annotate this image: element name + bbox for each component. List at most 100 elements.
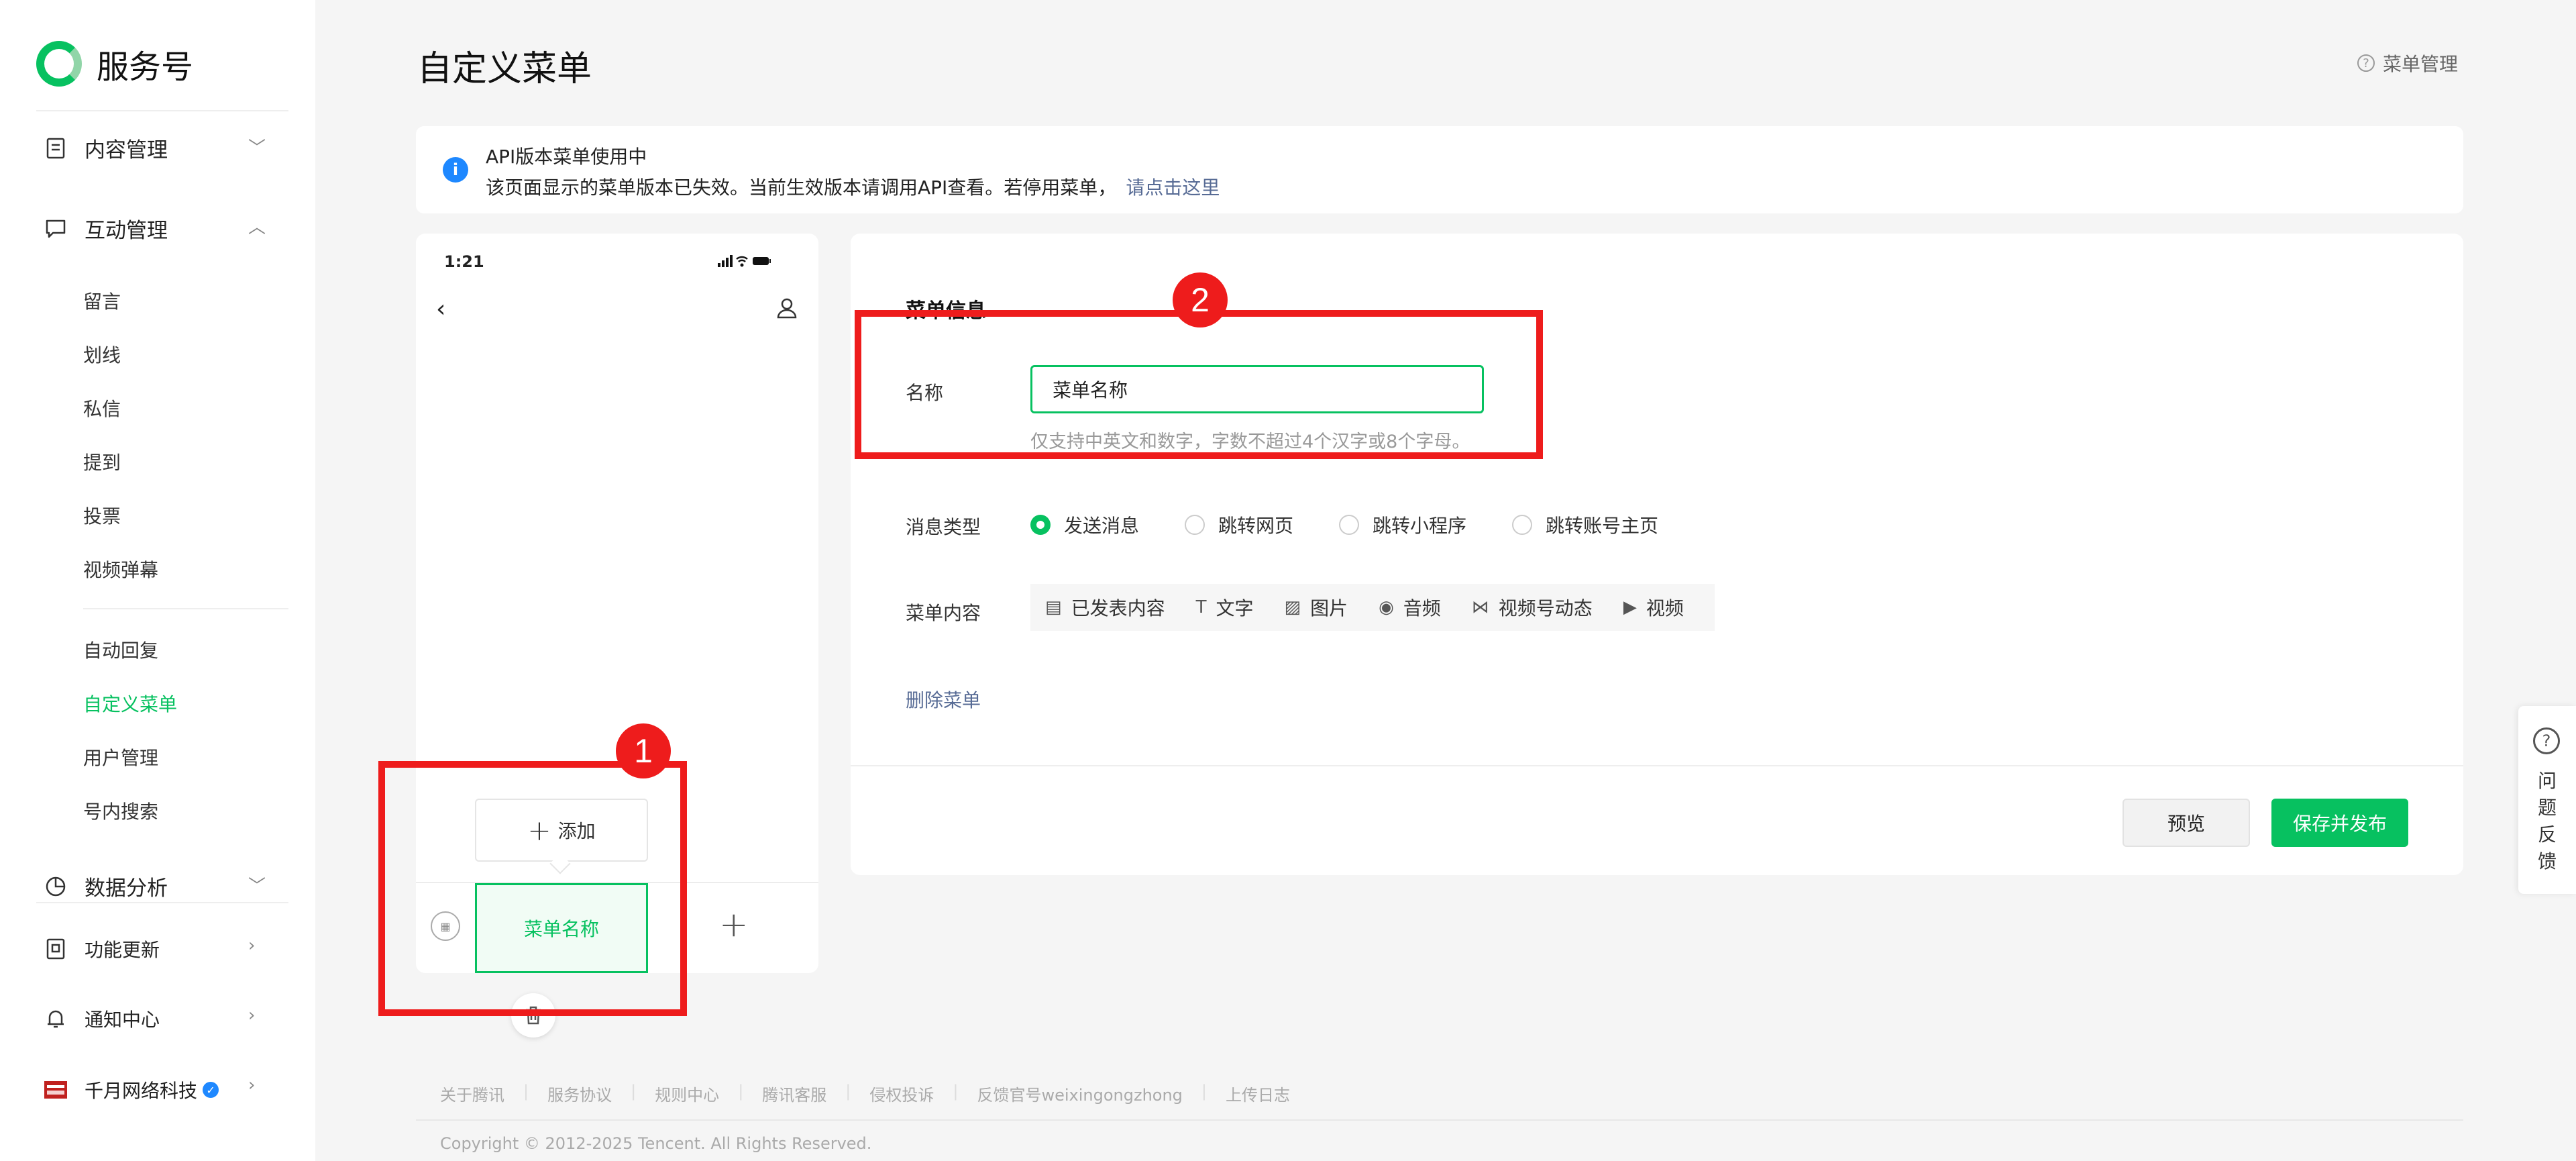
sidebar-item-video-danmaku[interactable]: 视频弹幕 bbox=[83, 556, 158, 583]
footer-links: 关于腾讯 | 服务协议 | 规则中心 | 腾讯客服 | 侵权投诉 | 反馈官号weixin… bbox=[440, 1082, 1309, 1105]
copyright: Copyright © 2012-2025 Tencent. All Right… bbox=[440, 1134, 872, 1153]
sidebar: 服务号 内容管理 ﹀ 互动管理 ︿ 留言 划线 私信 提到 投票 视频弹幕 自动… bbox=[0, 0, 315, 1161]
text-icon: T bbox=[1195, 597, 1207, 617]
menu-management-help-link[interactable]: ? 菜单管理 bbox=[2357, 50, 2458, 77]
nav-feature-updates[interactable]: 功能更新 bbox=[44, 936, 160, 962]
delete-menu-link[interactable]: 删除菜单 bbox=[906, 686, 981, 713]
nav-label: 功能更新 bbox=[85, 939, 160, 961]
disable-menu-link[interactable]: 请点击这里 bbox=[1126, 176, 1220, 199]
status-time: 1:21 bbox=[444, 252, 484, 271]
bell-icon bbox=[44, 1007, 67, 1030]
nav-label: 数据分析 bbox=[85, 876, 168, 901]
nav-notification-center[interactable]: 通知中心 bbox=[44, 1005, 160, 1032]
footer-link-feedback-account[interactable]: 反馈官号weixingongzhong bbox=[977, 1082, 1182, 1105]
footer-link-about[interactable]: 关于腾讯 bbox=[440, 1082, 504, 1105]
verified-badge-icon: ✓ bbox=[203, 1082, 219, 1098]
footer-link-support[interactable]: 腾讯客服 bbox=[762, 1082, 826, 1105]
notice-text: 该页面显示的菜单版本已失效。当前生效版本请调用API查看。若停用菜单， bbox=[486, 176, 1117, 199]
api-version-notice: i API版本菜单使用中 该页面显示的菜单版本已失效。当前生效版本请调用API查… bbox=[416, 126, 2463, 213]
message-type-label: 消息类型 bbox=[906, 516, 981, 538]
content-published-button[interactable]: ▤ 已发表内容 bbox=[1045, 594, 1165, 621]
feedback-tab[interactable]: ? 问题反馈 bbox=[2518, 706, 2576, 894]
status-bar-icons bbox=[718, 254, 771, 272]
radio-send-message[interactable]: 发送消息 bbox=[1030, 511, 1139, 538]
footer-link-infringement[interactable]: 侵权投诉 bbox=[869, 1082, 934, 1105]
chevron-down-icon[interactable]: ﹀ bbox=[248, 134, 266, 159]
divider bbox=[851, 765, 2463, 766]
sidebar-item-user-management[interactable]: 用户管理 bbox=[83, 744, 158, 770]
content-label: 视频 bbox=[1646, 597, 1684, 619]
account-avatar bbox=[44, 1078, 67, 1101]
content-channels-button[interactable]: ⋈ 视频号动态 bbox=[1472, 594, 1593, 621]
logo[interactable]: 服务号 bbox=[36, 40, 193, 87]
footer-link-rules[interactable]: 规则中心 bbox=[655, 1082, 719, 1105]
radio-unchecked-icon bbox=[1339, 515, 1359, 535]
update-book-icon bbox=[44, 938, 67, 960]
menu-content-label: 菜单内容 bbox=[906, 602, 981, 624]
divider bbox=[36, 902, 288, 903]
content-label: 已发表内容 bbox=[1071, 597, 1165, 619]
divider bbox=[83, 608, 288, 609]
sidebar-item-mentions[interactable]: 提到 bbox=[83, 448, 121, 475]
annotation-box-1 bbox=[378, 761, 687, 1016]
footer-link-terms[interactable]: 服务协议 bbox=[547, 1082, 612, 1105]
notice-title: API版本菜单使用中 bbox=[486, 146, 647, 168]
divider bbox=[36, 110, 288, 111]
nav-interaction-management[interactable]: 互动管理 bbox=[44, 213, 168, 244]
radio-label: 跳转小程序 bbox=[1373, 515, 1467, 537]
footer-divider: | bbox=[1201, 1082, 1208, 1101]
footer-link-upload-log[interactable]: 上传日志 bbox=[1226, 1082, 1290, 1105]
preview-button[interactable]: 预览 bbox=[2123, 799, 2250, 847]
annotation-badge-1: 1 bbox=[616, 723, 671, 778]
sidebar-item-votes[interactable]: 投票 bbox=[83, 502, 121, 529]
sidebar-item-comments[interactable]: 留言 bbox=[83, 287, 121, 314]
radio-jump-account-home[interactable]: 跳转账号主页 bbox=[1512, 511, 1658, 538]
footer-divider: | bbox=[845, 1082, 851, 1101]
user-profile-icon[interactable] bbox=[775, 297, 798, 319]
account-switcher[interactable]: 千月网络科技 ✓ bbox=[44, 1076, 219, 1103]
sidebar-item-in-account-search[interactable]: 号内搜索 bbox=[83, 797, 158, 824]
save-publish-button[interactable]: 保存并发布 bbox=[2271, 799, 2408, 847]
image-icon: ▨ bbox=[1284, 597, 1301, 617]
content-text-button[interactable]: T 文字 bbox=[1196, 594, 1254, 621]
divider bbox=[416, 1119, 2463, 1121]
sidebar-item-auto-reply[interactable]: 自动回复 bbox=[83, 636, 158, 663]
document-icon bbox=[44, 137, 67, 160]
content-label: 文字 bbox=[1216, 597, 1254, 619]
page-title: 自定义菜单 bbox=[417, 49, 592, 89]
sidebar-item-custom-menu[interactable]: 自定义菜单 bbox=[83, 690, 177, 717]
nav-label: 通知中心 bbox=[85, 1009, 160, 1031]
footer-divider: | bbox=[738, 1082, 744, 1101]
footer-divider: | bbox=[523, 1082, 529, 1101]
back-arrow-icon[interactable]: ‹ bbox=[436, 295, 445, 323]
chevron-up-icon[interactable]: ︿ bbox=[248, 213, 266, 238]
content-audio-button[interactable]: ◉ 音频 bbox=[1379, 594, 1441, 621]
nav-content-management[interactable]: 内容管理 bbox=[44, 133, 168, 163]
chevron-down-icon[interactable]: ﹀ bbox=[248, 872, 266, 897]
chevron-right-icon[interactable]: › bbox=[248, 1075, 255, 1095]
radio-jump-miniprogram[interactable]: 跳转小程序 bbox=[1339, 511, 1466, 538]
chat-bubble-icon bbox=[44, 217, 67, 240]
audio-icon: ◉ bbox=[1379, 597, 1394, 617]
footer-divider: | bbox=[953, 1082, 959, 1101]
radio-unchecked-icon bbox=[1512, 515, 1532, 535]
nav-data-analysis[interactable]: 数据分析 bbox=[44, 871, 168, 901]
chevron-right-icon[interactable]: › bbox=[248, 936, 255, 956]
chevron-right-icon[interactable]: › bbox=[248, 1005, 255, 1025]
brand-name: 服务号 bbox=[97, 48, 194, 86]
content-label: 视频号动态 bbox=[1498, 597, 1593, 619]
sidebar-item-highlights[interactable]: 划线 bbox=[83, 341, 121, 368]
content-video-button[interactable]: ▶ 视频 bbox=[1623, 594, 1684, 621]
channels-icon: ⋈ bbox=[1471, 597, 1489, 617]
notice-body: 该页面显示的菜单版本已失效。当前生效版本请调用API查看。若停用菜单， 请点击这里 bbox=[486, 173, 1220, 200]
menu-content-toolbar: ▤ 已发表内容 T 文字 ▨ 图片 ◉ 音频 ⋈ 视频号动态 ▶ 视频 bbox=[1030, 584, 1715, 631]
sidebar-item-messages[interactable]: 私信 bbox=[83, 395, 121, 421]
question-icon: ? bbox=[2357, 54, 2375, 72]
info-icon: i bbox=[443, 157, 468, 183]
radio-label: 跳转网页 bbox=[1218, 515, 1294, 537]
nav-label: 互动管理 bbox=[85, 219, 168, 243]
content-image-button[interactable]: ▨ 图片 bbox=[1285, 594, 1348, 621]
add-menu-plus-icon[interactable]: + bbox=[719, 905, 749, 945]
question-icon: ? bbox=[2533, 727, 2560, 754]
radio-jump-webpage[interactable]: 跳转网页 bbox=[1185, 511, 1293, 538]
